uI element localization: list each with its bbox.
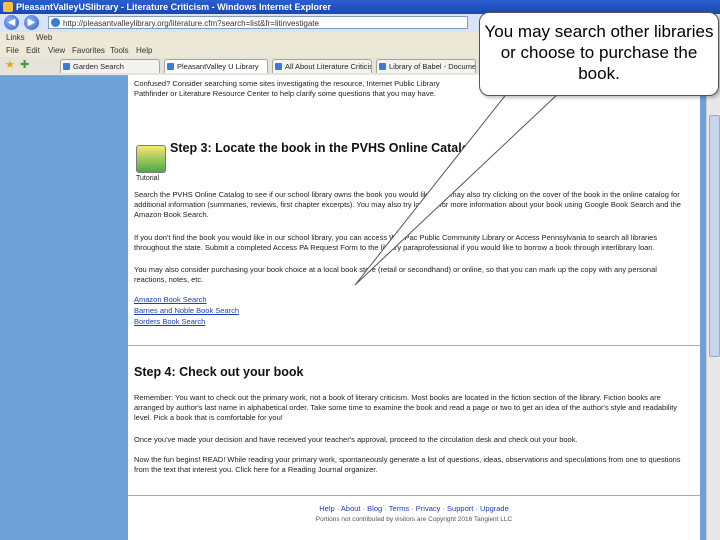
tab-favicon-icon bbox=[167, 63, 174, 70]
vertical-scrollbar[interactable] bbox=[706, 75, 720, 540]
tab-favicon-icon bbox=[63, 63, 70, 70]
page-favicon-icon bbox=[51, 18, 60, 27]
back-arrow-icon[interactable]: ◀ bbox=[4, 15, 19, 30]
tab-literature-criticism[interactable]: All About Literature Criticism bbox=[272, 59, 372, 73]
amazon-book-search-link[interactable]: Amazon Book Search bbox=[134, 295, 207, 305]
step4-heading: Step 4: Check out your book bbox=[134, 365, 304, 379]
menu-favorites[interactable]: Favorites bbox=[72, 44, 105, 57]
address-url: http://pleasantvalleylibrary.org/literat… bbox=[63, 19, 319, 28]
menu-edit[interactable]: Edit bbox=[26, 44, 40, 57]
ie-app-icon bbox=[3, 2, 13, 12]
step4-paragraph-3: Now the fun begins! READ! While reading … bbox=[134, 455, 681, 474]
step3-heading: Step 3: Locate the book in the PVHS Onli… bbox=[170, 141, 476, 155]
tutorial-label[interactable]: Tutorial bbox=[136, 175, 159, 182]
tutorial-icon[interactable] bbox=[136, 145, 166, 173]
intro-text: Confused? Consider searching some sites … bbox=[134, 79, 440, 98]
footer-divider bbox=[128, 495, 700, 496]
tab-pleasantvalley-library[interactable]: PleasantValley U Library bbox=[164, 59, 268, 73]
callout-text: You may search other libraries or choose… bbox=[484, 22, 714, 83]
section-divider bbox=[128, 345, 700, 346]
step4-paragraph-1: Remember: You want to check out the prim… bbox=[134, 393, 678, 422]
tab-garden-search[interactable]: Garden Search bbox=[60, 59, 160, 73]
address-input[interactable]: http://pleasantvalleylibrary.org/literat… bbox=[48, 16, 468, 29]
footer-links[interactable]: Help · About · Blog · Terms · Privacy · … bbox=[128, 504, 700, 513]
tab-label: PleasantValley U Library bbox=[177, 62, 259, 71]
borders-book-search-link[interactable]: Borders Book Search bbox=[134, 317, 205, 327]
tab-favicon-icon bbox=[275, 63, 282, 70]
tab-favicon-icon bbox=[379, 63, 386, 70]
menu-view[interactable]: View bbox=[48, 44, 65, 57]
tab-label: All About Literature Criticism bbox=[285, 62, 372, 71]
tab-label: Garden Search bbox=[73, 62, 124, 71]
tab-library-document[interactable]: Library of Babel - Document B1 bbox=[376, 59, 476, 73]
links-label: Links bbox=[6, 33, 25, 42]
tab-label: Library of Babel - Document B1 bbox=[389, 62, 476, 71]
web-page-content: Confused? Consider searching some sites … bbox=[128, 75, 700, 540]
scrollbar-thumb[interactable] bbox=[709, 115, 720, 357]
window-title: PleasantValleyUSlibrary - Literature Cri… bbox=[16, 2, 332, 12]
menu-tools[interactable]: Tools bbox=[110, 44, 129, 57]
callout-box: You may search other libraries or choose… bbox=[479, 12, 719, 96]
forward-arrow-icon[interactable]: ▶ bbox=[24, 15, 39, 30]
add-favorite-icon[interactable]: ✚ bbox=[20, 59, 29, 72]
menu-help[interactable]: Help bbox=[136, 44, 152, 57]
menu-file[interactable]: File bbox=[6, 44, 19, 57]
step3-paragraph-2: If you don't find the book you would lik… bbox=[134, 233, 658, 252]
step4-paragraph-2: Once you've made your decision and have … bbox=[134, 435, 578, 444]
barnes-noble-search-link[interactable]: Barnes and Noble Book Search bbox=[134, 306, 239, 316]
step3-paragraph-3: You may also consider purchasing your bo… bbox=[134, 265, 657, 284]
footer-copyright: Portions not contributed by visitors are… bbox=[315, 516, 513, 523]
links-item[interactable]: Web bbox=[36, 32, 52, 44]
favorites-star-icon[interactable]: ★ bbox=[5, 59, 15, 72]
step3-paragraph-1: Search the PVHS Online Catalog to see if… bbox=[134, 190, 681, 219]
